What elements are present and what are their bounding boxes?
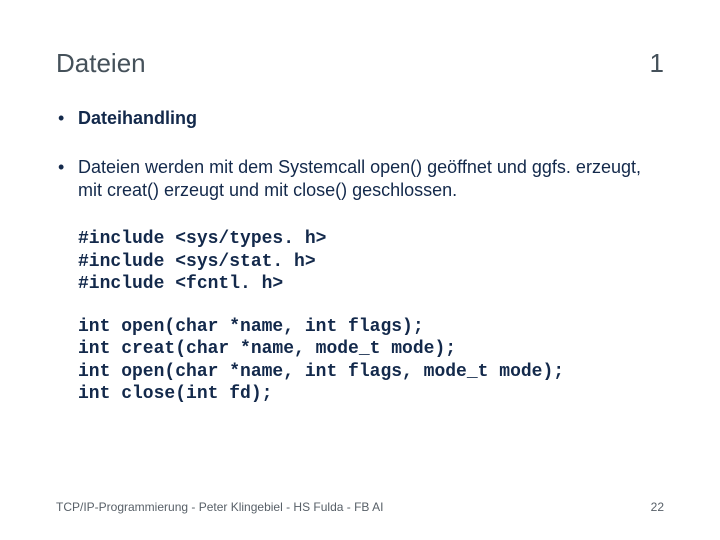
code-block-includes: #include <sys/types. h> #include <sys/st…	[78, 228, 664, 296]
footer-left: TCP/IP-Programmierung - Peter Klingebiel…	[56, 500, 383, 514]
bullet-item: Dateihandling	[56, 107, 664, 130]
code-block-prototypes: int open(char *name, int flags); int cre…	[78, 316, 664, 406]
title-row: Dateien 1	[56, 48, 664, 79]
slide: Dateien 1 Dateihandling Dateien werden m…	[0, 0, 720, 540]
bullet-text: Dateien werden mit dem Systemcall open()…	[78, 157, 641, 200]
bullet-item: Dateien werden mit dem Systemcall open()…	[56, 156, 664, 202]
footer-page-number: 22	[651, 500, 664, 514]
slide-title-number: 1	[650, 48, 664, 79]
bullet-text: Dateihandling	[78, 108, 197, 128]
bullet-list: Dateihandling Dateien werden mit dem Sys…	[56, 107, 664, 202]
slide-title: Dateien	[56, 48, 146, 79]
footer: TCP/IP-Programmierung - Peter Klingebiel…	[56, 500, 664, 514]
